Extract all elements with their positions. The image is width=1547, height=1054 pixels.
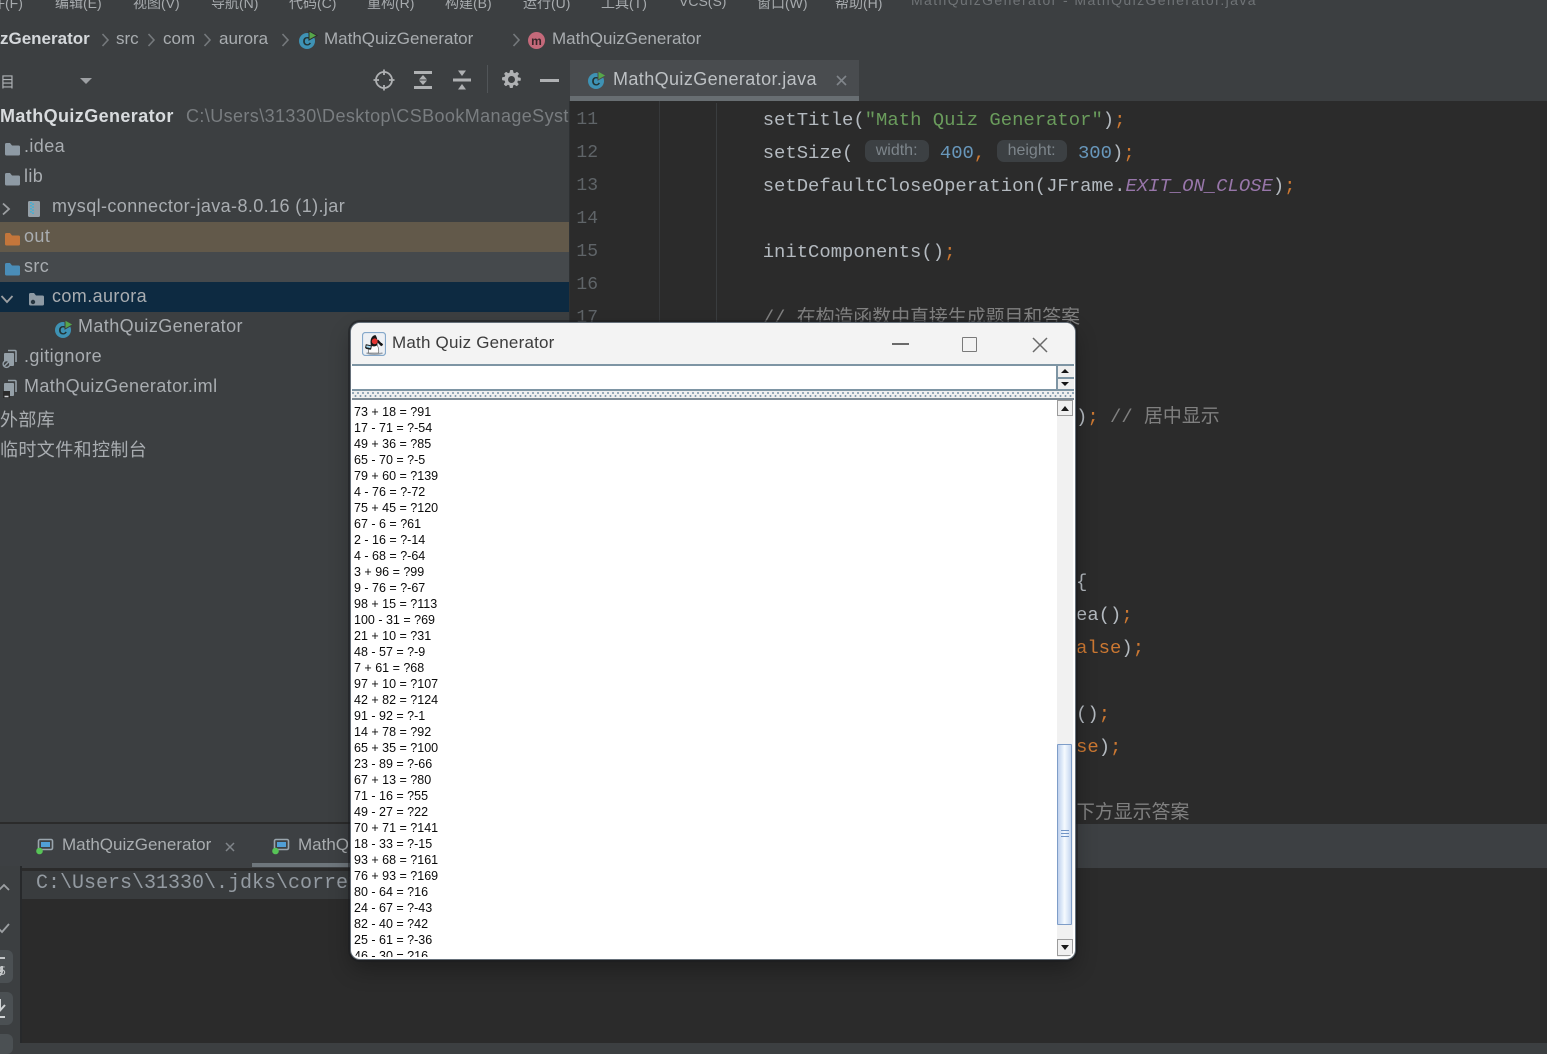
svg-text:5: 5 [0, 964, 6, 978]
svg-text:m: m [531, 34, 542, 48]
